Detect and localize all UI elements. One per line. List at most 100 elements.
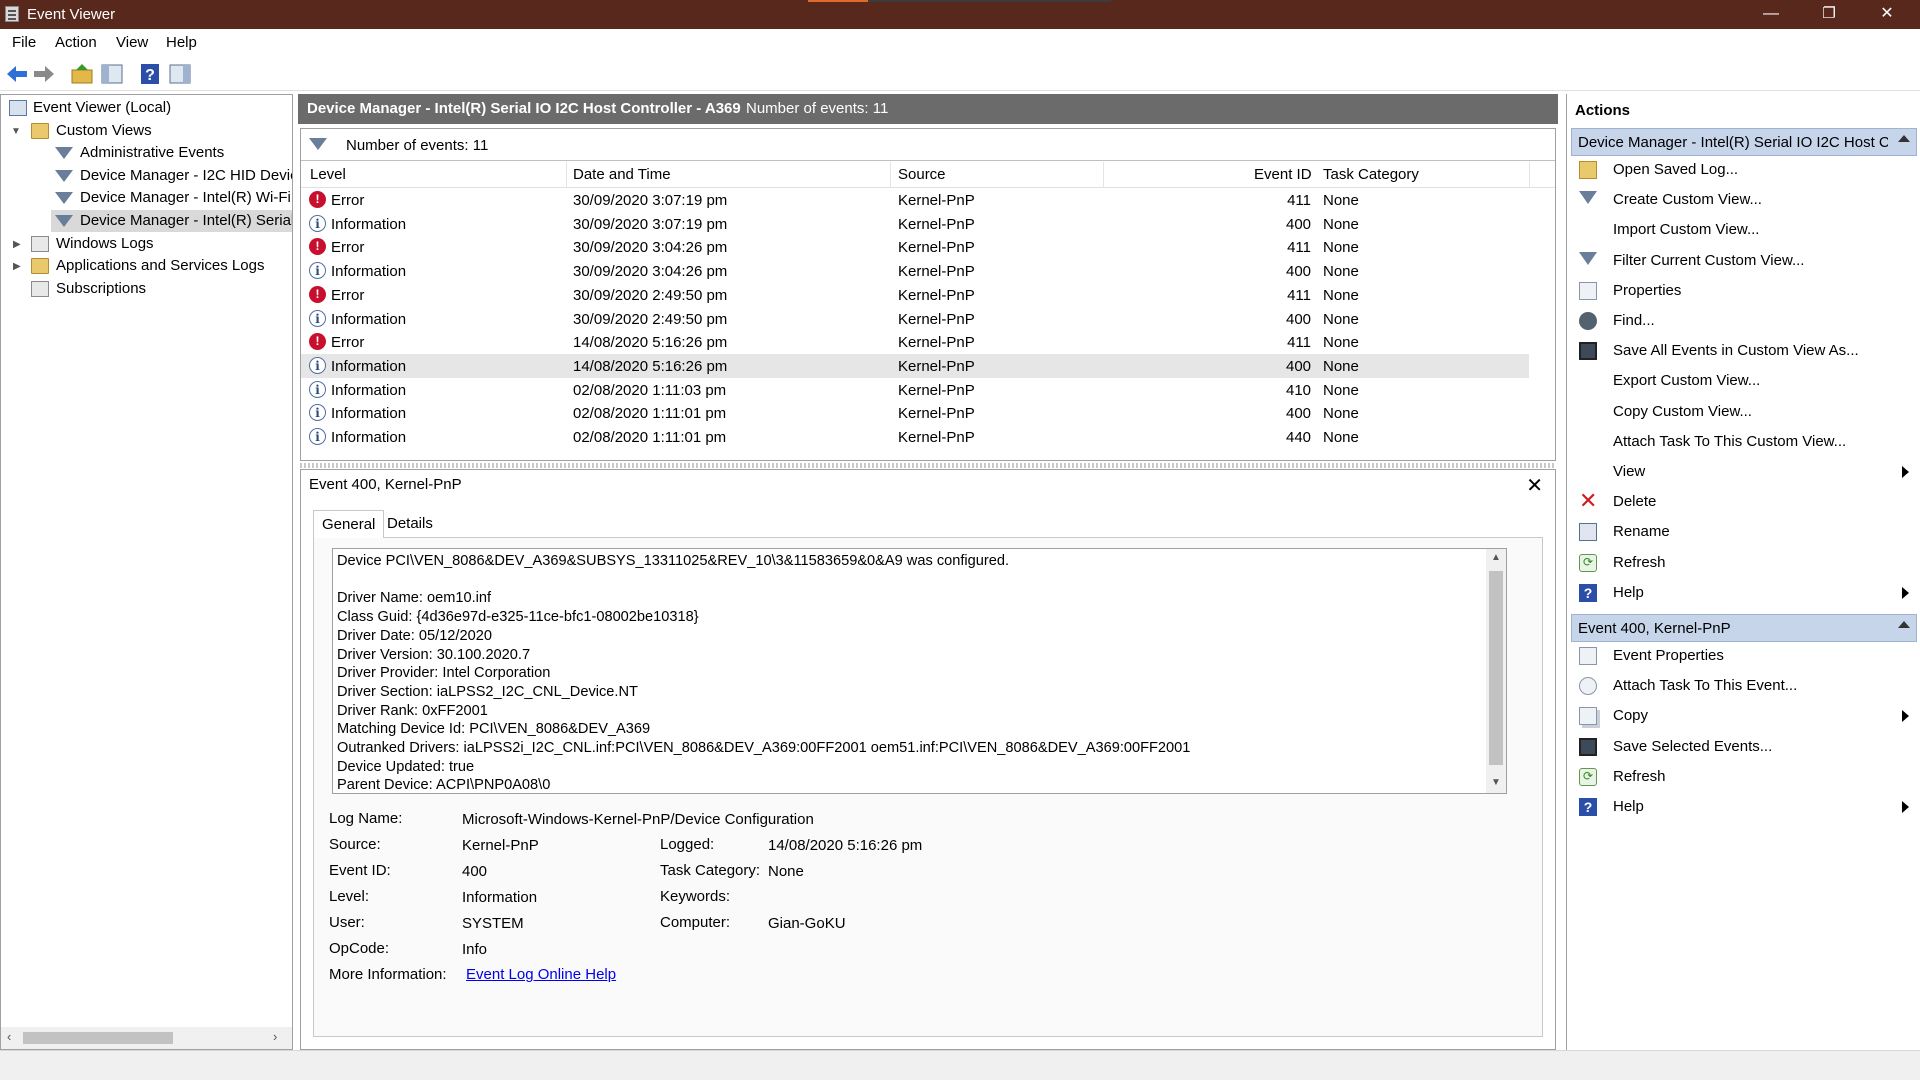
menu-file[interactable]: File <box>12 34 36 51</box>
action-create-custom-view[interactable]: Create Custom View... <box>1571 186 1917 214</box>
chevron-down-icon[interactable]: ▼ <box>11 121 23 143</box>
tree-item-wifi[interactable]: Device Manager - Intel(R) Wi-Fi 6 <box>1 187 292 209</box>
action-refresh[interactable]: ⟳ Refresh <box>1571 763 1917 791</box>
scroll-down-icon[interactable]: ▼ <box>1491 777 1501 788</box>
tree-item-administrative-events[interactable]: Administrative Events <box>1 142 292 164</box>
column-level[interactable]: Level <box>310 166 346 183</box>
event-row[interactable]: ! Error 30/09/2020 3:04:26 pm Kernel-PnP 411… <box>301 235 1529 259</box>
minimize-button[interactable]: — <box>1742 0 1800 29</box>
up-folder-icon[interactable] <box>70 62 94 86</box>
scroll-up-icon[interactable]: ▲ <box>1491 552 1501 563</box>
event-row[interactable]: i Information 30/09/2020 3:07:19 pm Kernel-… <box>301 212 1529 236</box>
column-separator[interactable] <box>890 162 891 187</box>
action-attach-task-to-this-custom-view[interactable]: Attach Task To This Custom View... <box>1571 428 1917 456</box>
menu-action[interactable]: Action <box>55 34 97 51</box>
forward-arrow-icon[interactable] <box>32 62 56 86</box>
event-row[interactable]: i Information 30/09/2020 3:04:26 pm Kernel-… <box>301 259 1529 283</box>
action-help[interactable]: ? Help <box>1571 793 1917 821</box>
chevron-right-icon[interactable]: ▶ <box>13 234 25 256</box>
event-row[interactable]: ! Error 14/08/2020 5:16:26 pm Kernel-PnP 411… <box>301 330 1529 354</box>
tree-item-i2c-hid-device[interactable]: Device Manager - I2C HID Device <box>1 165 292 187</box>
tree-label: Device Manager - I2C HID Device <box>80 167 293 184</box>
menu-help[interactable]: Help <box>166 34 197 51</box>
show-hide-tree-icon[interactable] <box>100 62 124 86</box>
event-source: Kernel-PnP <box>898 429 975 446</box>
action-help[interactable]: ? Help <box>1571 579 1917 607</box>
event-row[interactable]: i Information 30/09/2020 2:49:50 pm Kernel-… <box>301 307 1529 331</box>
chevron-right-icon[interactable]: ▶ <box>13 256 25 278</box>
event-level: Error <box>331 192 365 209</box>
action-find[interactable]: Find... <box>1571 307 1917 335</box>
event-level: Error <box>331 239 365 257</box>
column-separator[interactable] <box>1103 162 1104 187</box>
save-disk-icon <box>1579 342 1597 361</box>
column-headers: Level Date and Time Source Event ID Task… <box>301 162 1555 188</box>
collapse-caret-icon[interactable] <box>1898 135 1910 142</box>
tab-details[interactable]: Details <box>379 510 441 538</box>
pane-splitter[interactable] <box>300 463 1556 468</box>
action-delete[interactable]: ✕ Delete <box>1571 488 1917 516</box>
column-task-category[interactable]: Task Category <box>1323 166 1419 183</box>
actions-group-event[interactable]: Event 400, Kernel-PnP <box>1571 614 1917 642</box>
action-filter-current-custom-view[interactable]: Filter Current Custom View... <box>1571 247 1917 275</box>
actions-group-custom-view[interactable]: Device Manager - Intel(R) Serial IO I2C … <box>1571 128 1917 156</box>
event-description-box[interactable]: Device PCI\VEN_8086&DEV_A369&SUBSYS_1331… <box>332 548 1507 794</box>
action-copy[interactable]: Copy <box>1571 702 1917 730</box>
event-row[interactable]: i Information 14/08/2020 5:16:26 pm Kernel-… <box>301 353 1529 378</box>
filter-icon <box>55 147 73 159</box>
value-log-name: Microsoft-Windows-Kernel-PnP/Device Conf… <box>462 811 814 828</box>
tree-horizontal-scrollbar[interactable]: ‹ › <box>1 1027 292 1049</box>
error-icon: ! <box>309 191 326 208</box>
event-task-category: None <box>1323 286 1359 304</box>
tree-item-event-viewer-local[interactable]: Event Viewer (Local) <box>1 97 292 119</box>
back-arrow-icon[interactable] <box>5 62 29 86</box>
event-row[interactable]: i Information 02/08/2020 1:11:01 pm Kernel-… <box>301 425 1529 449</box>
description-scrollbar[interactable]: ▲ ▼ <box>1486 549 1506 793</box>
close-icon[interactable]: ✕ <box>1526 473 1543 498</box>
event-row[interactable]: i Information 02/08/2020 1:11:01 pm Kernel-… <box>301 401 1529 425</box>
action-event-properties[interactable]: Event Properties <box>1571 642 1917 670</box>
action-save-all-events-in-custom-view-as[interactable]: Save All Events in Custom View As... <box>1571 337 1917 365</box>
event-source: Kernel-PnP <box>898 263 975 281</box>
tree-item-serial-io[interactable]: Device Manager - Intel(R) Serial I <box>51 210 292 232</box>
information-icon: i <box>309 380 326 398</box>
help-icon[interactable]: ? <box>138 62 162 86</box>
action-rename[interactable]: Rename <box>1571 518 1917 546</box>
scrollbar-thumb[interactable] <box>1489 571 1503 765</box>
restore-button[interactable]: ❐ <box>1800 0 1858 29</box>
show-action-pane-icon[interactable] <box>168 62 192 86</box>
action-open-saved-log[interactable]: Open Saved Log... <box>1571 156 1917 184</box>
menu-view[interactable]: View <box>116 34 148 51</box>
action-save-selected-events[interactable]: Save Selected Events... <box>1571 733 1917 761</box>
action-properties[interactable]: Properties <box>1571 277 1917 305</box>
column-date-time[interactable]: Date and Time <box>573 166 671 183</box>
scrollbar-thumb[interactable] <box>23 1032 173 1044</box>
action-view[interactable]: View <box>1571 458 1917 486</box>
tree-item-windows-logs[interactable]: ▶ Windows Logs <box>1 233 292 255</box>
tree-label: Applications and Services Logs <box>56 257 265 274</box>
event-log-online-help-link[interactable]: Event Log Online Help <box>466 966 616 983</box>
scroll-right-icon[interactable]: › <box>273 1029 277 1044</box>
column-event-id[interactable]: Event ID <box>1254 166 1312 183</box>
tree-item-subscriptions[interactable]: Subscriptions <box>1 278 292 300</box>
action-export-custom-view[interactable]: Export Custom View... <box>1571 367 1917 395</box>
collapse-caret-icon[interactable] <box>1898 621 1910 628</box>
scroll-left-icon[interactable]: ‹ <box>7 1029 11 1044</box>
column-separator[interactable] <box>566 162 567 187</box>
column-separator[interactable] <box>1529 162 1530 187</box>
event-row[interactable]: ! Error 30/09/2020 2:49:50 pm Kernel-PnP 411… <box>301 283 1529 307</box>
event-source: Kernel-PnP <box>898 192 975 209</box>
action-copy-custom-view[interactable]: Copy Custom View... <box>1571 398 1917 426</box>
column-source[interactable]: Source <box>898 166 946 183</box>
tree-item-applications-services-logs[interactable]: ▶ Applications and Services Logs <box>1 255 292 277</box>
event-row[interactable]: ! Error 30/09/2020 3:07:19 pm Kernel-PnP 411… <box>301 188 1529 212</box>
action-import-custom-view[interactable]: Import Custom View... <box>1571 216 1917 244</box>
tab-general[interactable]: General <box>313 510 385 538</box>
action-refresh[interactable]: ⟳ Refresh <box>1571 549 1917 577</box>
action-label: Export Custom View... <box>1613 372 1761 390</box>
event-row[interactable]: i Information 02/08/2020 1:11:03 pm Kernel-… <box>301 378 1529 402</box>
close-button[interactable]: ✕ <box>1858 0 1916 29</box>
information-icon: i <box>309 356 326 374</box>
tree-item-custom-views[interactable]: ▼ Custom Views <box>1 120 292 142</box>
action-attach-task-to-this-event[interactable]: Attach Task To This Event... <box>1571 672 1917 700</box>
